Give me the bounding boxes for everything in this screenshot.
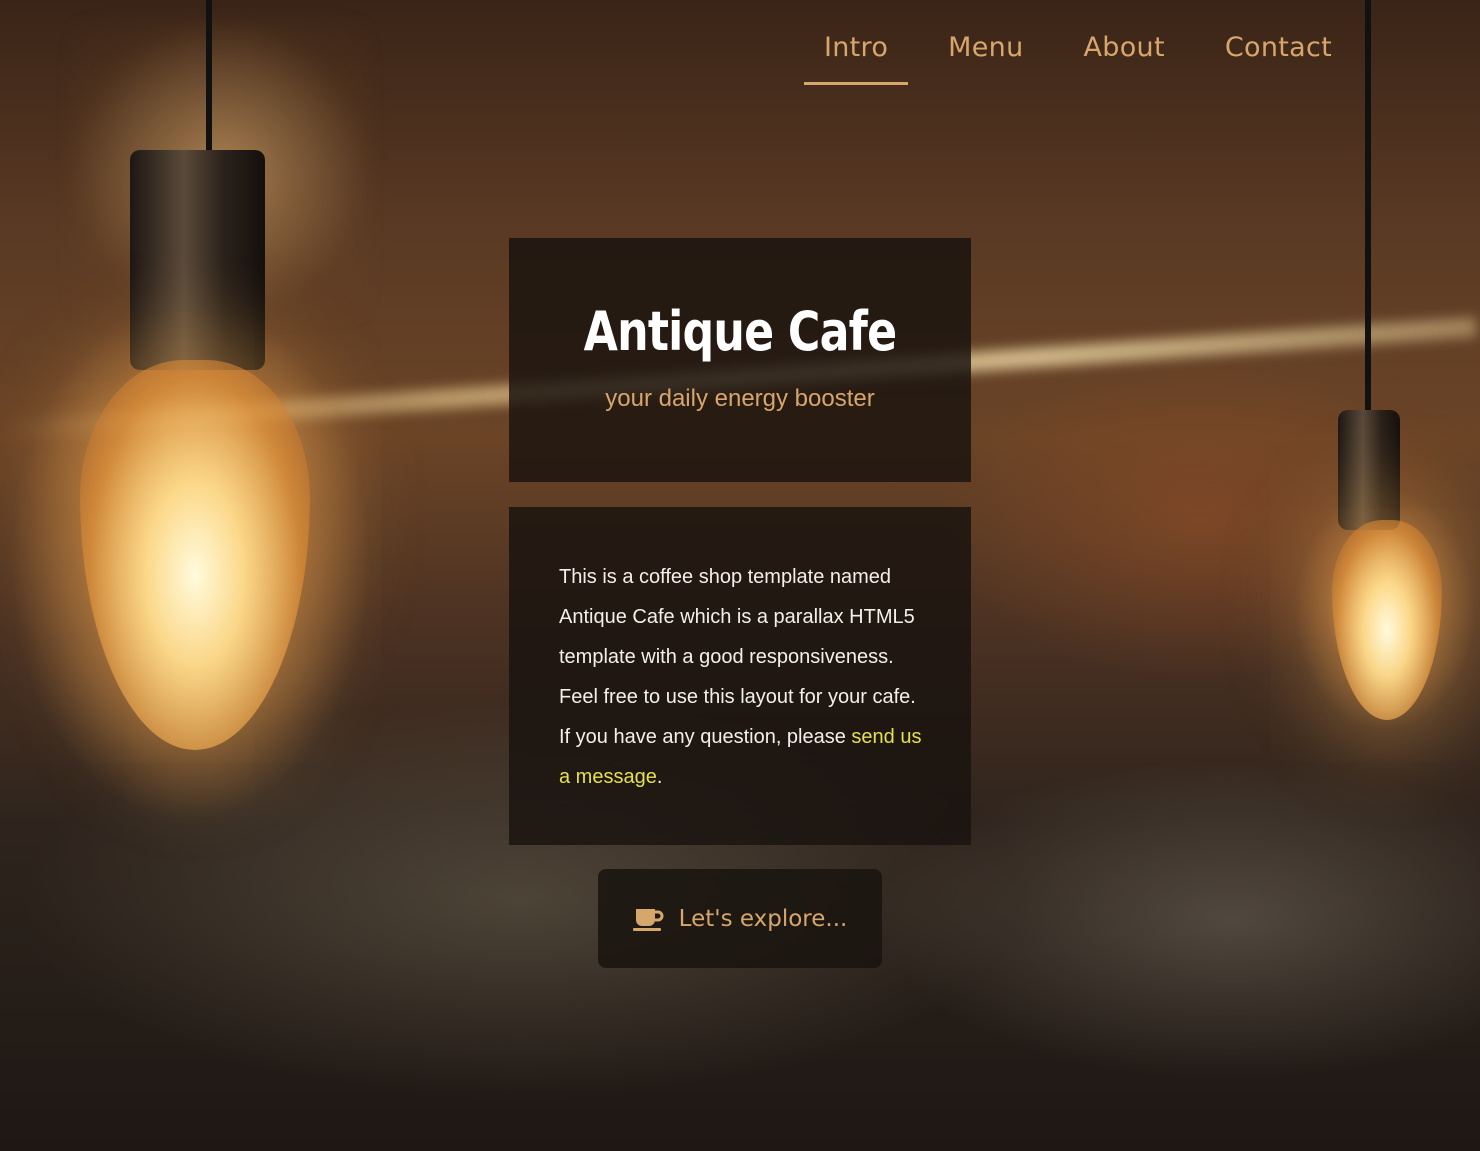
light-bulb-right	[1332, 520, 1442, 720]
lamp-cord-right	[1365, 0, 1371, 420]
description-text-end: .	[656, 766, 663, 788]
lamp-cord-left	[206, 0, 212, 160]
nav-item-menu[interactable]: Menu	[928, 22, 1043, 85]
light-bulb-left	[80, 360, 310, 750]
description-panel: This is a coffee shop template named Ant…	[509, 507, 971, 845]
nav-item-about[interactable]: About	[1064, 22, 1185, 85]
site-title: Antique Cafe	[583, 300, 897, 363]
nav-item-intro[interactable]: Intro	[803, 22, 909, 85]
site-tagline: your daily energy booster	[605, 385, 875, 412]
explore-button-label: Let's explore...	[678, 905, 848, 932]
nav-item-contact[interactable]: Contact	[1205, 22, 1352, 85]
title-panel: Antique Cafe your daily energy booster	[509, 238, 971, 482]
lamp-socket-right	[1338, 410, 1400, 530]
explore-button[interactable]: Let's explore...	[598, 869, 882, 968]
main-nav: Intro Menu About Contact	[784, 22, 1352, 85]
hero-section: Intro Menu About Contact Antique Cafe yo…	[0, 0, 1480, 1151]
description-text-body: This is a coffee shop template named Ant…	[559, 566, 916, 748]
lamp-socket-left	[130, 150, 265, 370]
coffee-cup-icon	[632, 906, 665, 932]
description-text: This is a coffee shop template named Ant…	[559, 557, 931, 797]
